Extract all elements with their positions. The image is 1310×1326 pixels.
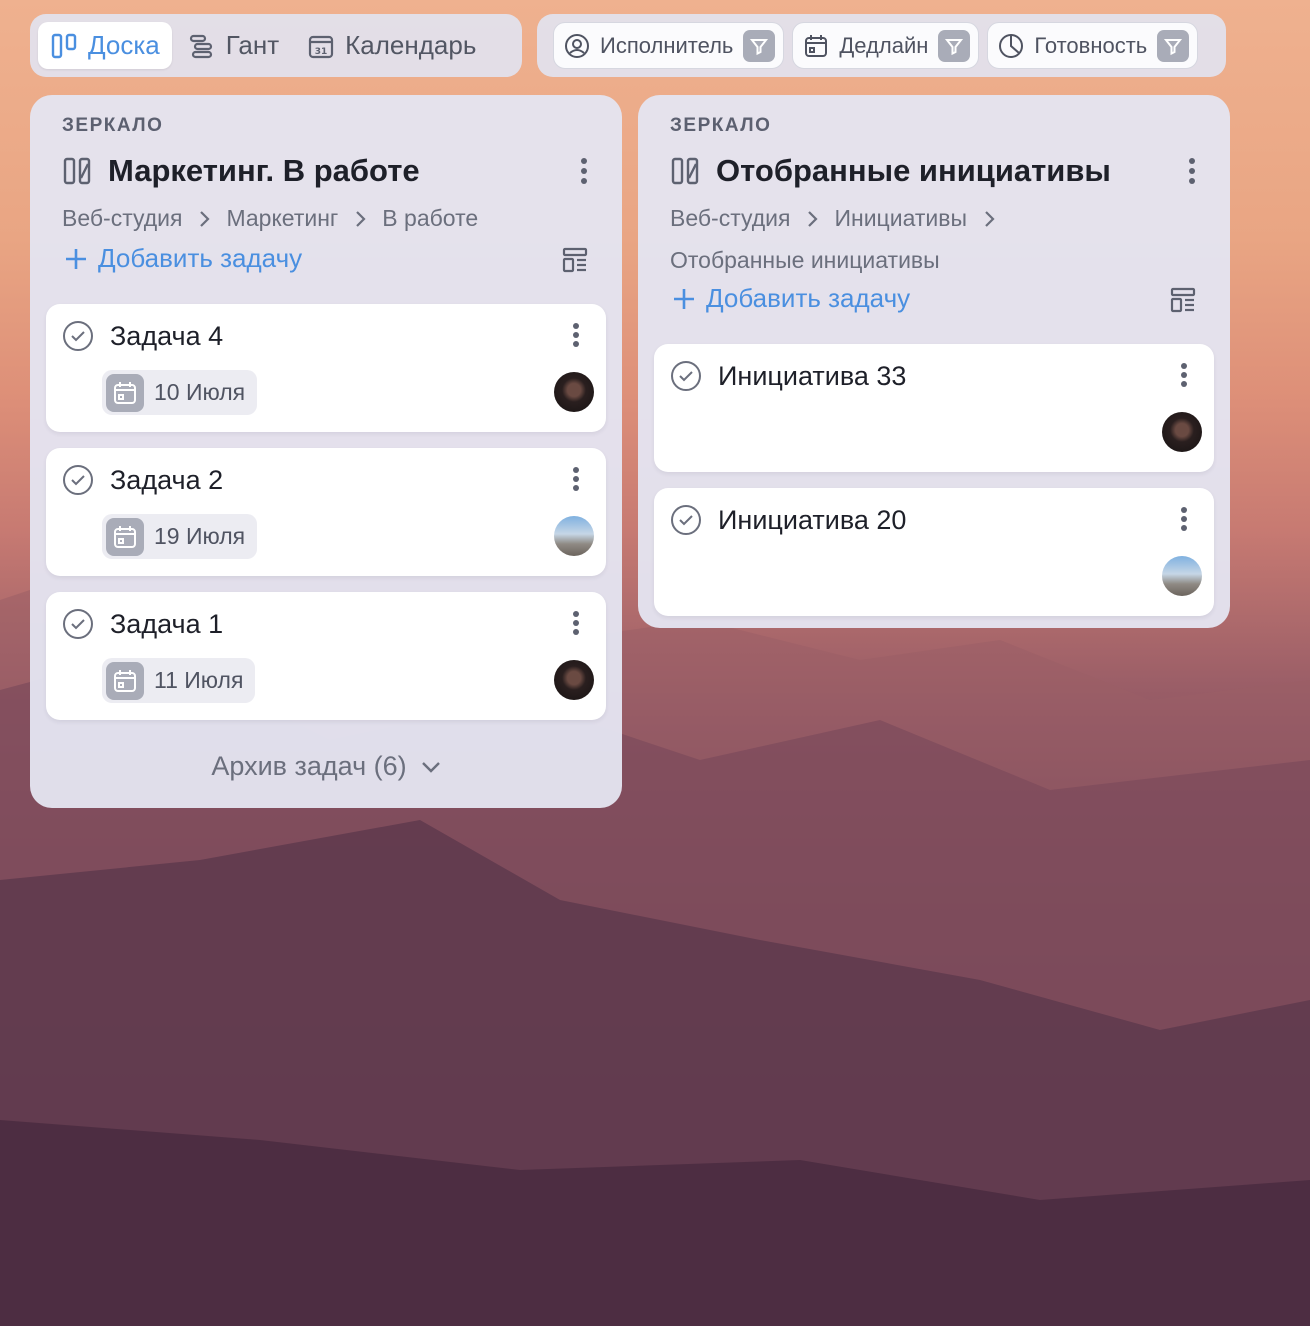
breadcrumb-item[interactable]: Инициативы xyxy=(834,205,967,232)
task-title: Инициатива 20 xyxy=(718,505,907,535)
calendar-icon xyxy=(106,517,144,556)
filter-funnel-icon[interactable] xyxy=(743,29,776,62)
task-title: Задача 4 xyxy=(110,321,224,351)
svg-text:31: 31 xyxy=(315,47,328,57)
task-card[interactable]: Задача 1 11 Июля xyxy=(46,592,606,720)
column-menu-icon[interactable] xyxy=(1188,157,1196,185)
archive-label: Архив задач (6) xyxy=(211,751,407,781)
tab-gantt[interactable]: Гант xyxy=(176,22,291,69)
archive-toggle[interactable]: Архив задач (6) xyxy=(30,751,622,782)
task-card[interactable]: Задача 2 19 Июля xyxy=(46,448,606,576)
task-menu-icon[interactable] xyxy=(1180,506,1188,532)
column-title: Отобранные инициативы xyxy=(716,153,1111,188)
avatar[interactable] xyxy=(554,516,594,556)
card-layout-icon[interactable] xyxy=(1170,287,1196,313)
breadcrumb-item[interactable]: Веб-студия xyxy=(670,205,790,232)
deadline-chip[interactable]: 19 Июля xyxy=(102,514,258,559)
column-menu-icon[interactable] xyxy=(580,157,588,185)
board-icon xyxy=(51,33,77,58)
chevron-right-icon xyxy=(200,210,211,227)
deadline-chip[interactable]: 10 Июля xyxy=(102,370,258,415)
card-layout-icon[interactable] xyxy=(562,247,588,273)
task-menu-icon[interactable] xyxy=(1180,362,1188,388)
task-menu-icon[interactable] xyxy=(572,610,580,636)
add-task-label: Добавить задачу xyxy=(98,243,303,273)
task-title: Инициатива 33 xyxy=(718,361,907,391)
avatar[interactable] xyxy=(1162,412,1202,452)
task-card[interactable]: Инициатива 33 xyxy=(654,344,1214,472)
mirror-board-icon xyxy=(671,157,699,185)
filter-deadline[interactable]: Дедлайн xyxy=(792,22,980,69)
add-task-button[interactable]: Добавить задачу xyxy=(64,243,302,274)
filter-label: Дедлайн xyxy=(839,32,929,58)
task-menu-icon[interactable] xyxy=(572,322,580,348)
avatar[interactable] xyxy=(1162,556,1202,596)
calendar-icon xyxy=(106,373,144,412)
chevron-right-icon xyxy=(808,210,819,227)
check-circle-icon[interactable] xyxy=(670,504,702,536)
tab-label: Доска xyxy=(88,30,160,60)
avatar[interactable] xyxy=(554,660,594,700)
mirror-board-icon xyxy=(63,157,91,185)
tab-board[interactable]: Доска xyxy=(38,22,172,69)
calendar-31-icon: 31 xyxy=(309,35,334,58)
calendar-icon xyxy=(106,661,144,700)
column-mirror-label: ЗЕРКАЛО xyxy=(670,115,772,136)
progress-pie-icon xyxy=(999,33,1024,58)
gantt-icon xyxy=(189,34,212,58)
filter-label: Исполнитель xyxy=(600,32,734,58)
board-column-marketing: ЗЕРКАЛО Маркетинг. В работе Веб-студия М… xyxy=(30,95,622,808)
breadcrumb-item[interactable]: Маркетинг xyxy=(226,205,338,232)
tab-label: Гант xyxy=(225,30,280,60)
plus-icon xyxy=(66,248,86,269)
user-circle-icon xyxy=(565,33,589,58)
filter-assignee[interactable]: Исполнитель xyxy=(553,22,785,69)
board-column-initiatives: ЗЕРКАЛО Отобранные инициативы Веб-студия… xyxy=(638,95,1230,628)
deadline-date: 10 Июля xyxy=(154,379,246,405)
breadcrumb: Веб-студия Маркетинг В работе xyxy=(62,205,478,232)
breadcrumb: Веб-студия Инициативы xyxy=(670,205,995,232)
tab-calendar[interactable]: 31 Календарь xyxy=(295,22,488,69)
filter-progress[interactable]: Готовность xyxy=(987,22,1199,69)
filter-funnel-icon[interactable] xyxy=(1157,29,1190,62)
check-circle-icon[interactable] xyxy=(62,320,94,352)
breadcrumb-item[interactable]: Отобранные инициативы xyxy=(670,247,940,274)
chevron-right-icon xyxy=(356,210,366,227)
add-task-button[interactable]: Добавить задачу xyxy=(672,283,910,314)
task-card[interactable]: Задача 4 10 Июля xyxy=(46,304,606,432)
task-title: Задача 2 xyxy=(110,465,224,495)
add-task-label: Добавить задачу xyxy=(706,283,911,313)
task-card[interactable]: Инициатива 20 xyxy=(654,488,1214,616)
deadline-chip[interactable]: 11 Июля xyxy=(102,658,256,703)
deadline-date: 11 Июля xyxy=(154,667,244,693)
task-menu-icon[interactable] xyxy=(572,466,580,492)
deadline-date: 19 Июля xyxy=(154,523,246,549)
filter-funnel-icon[interactable] xyxy=(938,29,971,62)
tab-label: Календарь xyxy=(345,30,477,60)
breadcrumb-item[interactable]: В работе xyxy=(382,205,478,232)
avatar[interactable] xyxy=(554,372,594,412)
chevron-right-icon xyxy=(985,210,995,227)
check-circle-icon[interactable] xyxy=(62,608,94,640)
task-title: Задача 1 xyxy=(110,609,224,639)
chevron-down-icon xyxy=(421,761,440,773)
breadcrumb-item[interactable]: Веб-студия xyxy=(62,205,182,232)
plus-icon xyxy=(674,288,694,309)
column-mirror-label: ЗЕРКАЛО xyxy=(62,115,164,136)
check-circle-icon[interactable] xyxy=(670,360,702,392)
calendar-icon xyxy=(805,34,828,57)
view-switcher: Доска Гант 31 Календарь xyxy=(30,14,522,77)
filter-label: Готовность xyxy=(1034,32,1148,58)
column-title: Маркетинг. В работе xyxy=(108,153,420,188)
filter-bar: Исполнитель Дедлайн Готовность xyxy=(537,14,1226,77)
check-circle-icon[interactable] xyxy=(62,464,94,496)
